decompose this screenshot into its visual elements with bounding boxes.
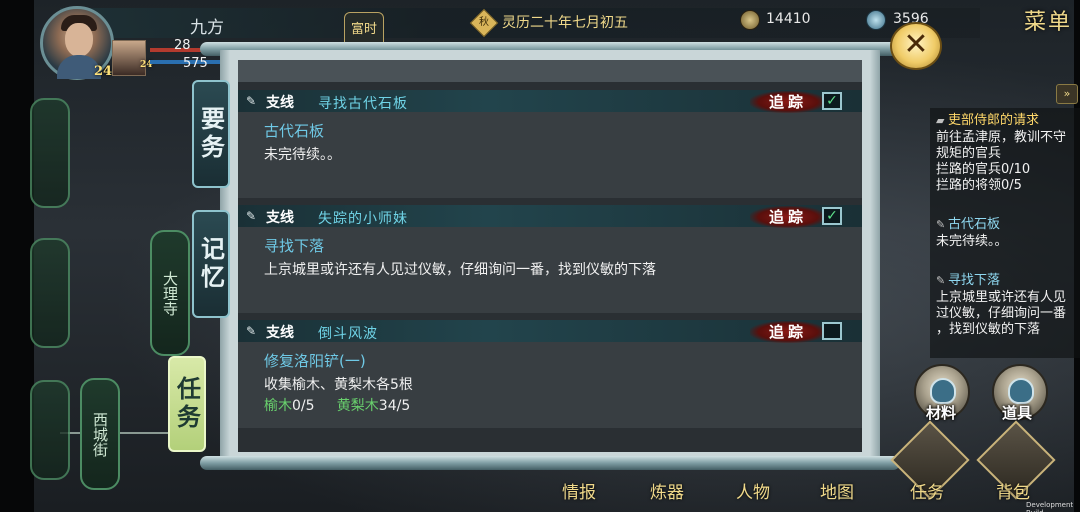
tab-important[interactable]: 要务 bbox=[192, 80, 230, 188]
tracker-line: ，找到仪敏的下落 bbox=[936, 322, 1041, 337]
track-checkbox[interactable] bbox=[822, 322, 842, 340]
quest-type: 支线 bbox=[266, 325, 294, 341]
track-checkbox[interactable]: ✓ bbox=[822, 92, 842, 110]
season-label: 秋 bbox=[479, 17, 489, 28]
nav-map[interactable]: 地图 bbox=[820, 478, 854, 503]
close-icon[interactable]: ✕ bbox=[890, 22, 942, 70]
map-node-partial[interactable] bbox=[30, 238, 70, 348]
swirl-icon bbox=[866, 10, 886, 30]
tracker-entry[interactable]: ▰ 吏部侍郎的请求 前往孟津原，教训不守 规矩的官兵 拦路的官兵0/10 拦路的将… bbox=[936, 112, 1080, 194]
items-label: 道具 bbox=[1002, 404, 1033, 422]
progress-count: 0/5 bbox=[292, 398, 315, 414]
tracker-line: 拦路的官兵0/10 bbox=[936, 162, 1031, 177]
map-node-label: 西城街 bbox=[91, 411, 109, 457]
tab-memory[interactable]: 记忆 bbox=[192, 210, 230, 318]
progress-item: 黄梨木 bbox=[336, 398, 379, 414]
quest-type: 支线 bbox=[266, 95, 294, 111]
nav-refine[interactable]: 炼器 bbox=[650, 478, 684, 503]
tracker-entry-title: ✎ 寻找下落 bbox=[936, 272, 1080, 290]
progress-item: 榆木 bbox=[264, 398, 292, 414]
mp-value: 575 bbox=[183, 56, 208, 71]
player-level: 24 bbox=[94, 64, 113, 79]
brush-icon: ✎ bbox=[246, 209, 257, 223]
quest-header: ✎ 支线 失踪的小师妹 追踪 ✓ bbox=[238, 205, 862, 228]
expand-icon[interactable]: » bbox=[1056, 84, 1078, 104]
quest-list-top-stub bbox=[238, 60, 862, 82]
quest-type: 支线 bbox=[266, 210, 294, 226]
tracker-title-text: 寻找下落 bbox=[948, 273, 1001, 288]
tracker-entry[interactable]: ✎ 寻找下落 上京城里或许还有人见 过仪敏，仔细询问一番 ，找到仪敏的下落 bbox=[936, 272, 1080, 338]
scroll-rod-bottom bbox=[200, 456, 900, 470]
tracker-line: 过仪敏，仔细询问一番 bbox=[936, 306, 1067, 321]
quest-title: 寻找古代石板 bbox=[318, 96, 408, 112]
quest-header: ✎ 支线 倒斗风波 追踪 bbox=[238, 320, 862, 343]
nav-intel[interactable]: 情报 bbox=[562, 478, 596, 503]
menu-button[interactable]: 菜单 bbox=[1024, 4, 1072, 36]
quest-description: 未完待续。。 bbox=[264, 147, 341, 163]
quest-subtitle: 寻找下落 bbox=[264, 237, 325, 255]
nav-characters[interactable]: 人物 bbox=[736, 478, 770, 503]
quest-subtitle: 修复洛阳铲(一) bbox=[264, 352, 366, 370]
brush-icon: ✎ bbox=[246, 324, 257, 338]
tracker-line: 上京城里或许还有人见 bbox=[936, 290, 1067, 305]
map-node-dali[interactable]: 大理寺 bbox=[150, 230, 190, 356]
tracker-title-text: 吏部侍郎的请求 bbox=[948, 113, 1040, 128]
tracker-line: 前往孟津原，教训不守 bbox=[936, 130, 1067, 145]
quest-card[interactable]: ✎ 支线 失踪的小师妹 追踪 ✓ 寻找下落 上京城里或许还有人见过仪敏，仔细询问… bbox=[238, 205, 862, 313]
track-button[interactable]: 追踪 bbox=[750, 321, 826, 343]
materials-label: 材料 bbox=[926, 404, 957, 422]
scroll-icon: ▰ bbox=[936, 114, 945, 127]
nav-tasks[interactable]: 任务 bbox=[910, 478, 944, 503]
player-name: 九方 bbox=[190, 18, 224, 38]
dev-build-watermark: Development Build bbox=[1026, 501, 1074, 512]
track-button[interactable]: 追踪 bbox=[750, 91, 826, 113]
tracker-entry[interactable]: ✎ 古代石板 未完待续。。 bbox=[936, 216, 1080, 250]
avatar-face bbox=[65, 23, 93, 57]
brush-icon: ✎ bbox=[936, 274, 946, 287]
tracker-line: 规矩的官兵 bbox=[936, 146, 1002, 161]
game-date: 灵历二十年七月初五 bbox=[502, 15, 628, 31]
track-button[interactable]: 追踪 bbox=[750, 206, 826, 228]
map-node-xicheng[interactable]: 西城街 bbox=[80, 378, 120, 490]
bag-icon bbox=[930, 378, 956, 404]
quest-title: 倒斗风波 bbox=[318, 326, 378, 342]
companion-avatar[interactable] bbox=[112, 40, 146, 76]
quest-tracker[interactable]: ▰ 吏部侍郎的请求 前往孟津原，教训不守 规矩的官兵 拦路的官兵0/10 拦路的将… bbox=[930, 108, 1080, 358]
quest-progress: 榆木0/5 黄梨木34/5 bbox=[264, 395, 410, 415]
brush-icon: ✎ bbox=[246, 94, 257, 108]
track-checkbox[interactable]: ✓ bbox=[822, 207, 842, 225]
tracker-entry-title: ✎ 古代石板 bbox=[936, 216, 1080, 234]
quest-header: ✎ 支线 寻找古代石板 追踪 ✓ bbox=[238, 90, 862, 113]
hp-value: 28 bbox=[174, 38, 191, 53]
tracker-entry-title: ▰ 吏部侍郎的请求 bbox=[936, 112, 1080, 130]
map-node-label: 大理寺 bbox=[161, 270, 179, 316]
map-node-partial[interactable] bbox=[30, 380, 70, 480]
progress-count: 34/5 bbox=[378, 398, 411, 414]
quest-title: 失踪的小师妹 bbox=[318, 211, 408, 227]
quest-description: 收集榆木、黄梨木各5根 bbox=[264, 377, 413, 393]
tracker-line: 拦路的将领0/5 bbox=[936, 178, 1022, 193]
left-letterbox bbox=[0, 0, 34, 512]
quest-subtitle: 古代石板 bbox=[264, 122, 325, 140]
quest-list[interactable]: ✎ 支线 寻找古代石板 追踪 ✓ 古代石板 未完待续。。 ✎ 支线 失踪的小师妹… bbox=[238, 60, 862, 452]
tracker-title-text: 古代石板 bbox=[948, 217, 1001, 232]
pouch-icon bbox=[1008, 378, 1034, 404]
coin-icon bbox=[740, 10, 760, 30]
quest-card[interactable]: ✎ 支线 倒斗风波 追踪 修复洛阳铲(一) 收集榆木、黄梨木各5根 榆木0/5 … bbox=[238, 320, 862, 428]
quest-card[interactable]: ✎ 支线 寻找古代石板 追踪 ✓ 古代石板 未完待续。。 bbox=[238, 90, 862, 198]
currency1-value: 14410 bbox=[766, 11, 811, 27]
brush-icon: ✎ bbox=[936, 218, 946, 231]
map-node-partial[interactable] bbox=[30, 98, 70, 208]
name-bar bbox=[120, 10, 340, 36]
tab-tasks[interactable]: 任务 bbox=[168, 356, 206, 452]
tracker-line: 未完待续。。 bbox=[936, 234, 1008, 249]
quest-scroll-panel: ✎ 支线 寻找古代石板 追踪 ✓ 古代石板 未完待续。。 ✎ 支线 失踪的小师妹… bbox=[220, 50, 880, 460]
quest-description: 上京城里或许还有人见过仪敏，仔细询问一番，找到仪敏的下落 bbox=[264, 262, 656, 278]
nav-bag[interactable]: 背包 bbox=[996, 478, 1030, 503]
